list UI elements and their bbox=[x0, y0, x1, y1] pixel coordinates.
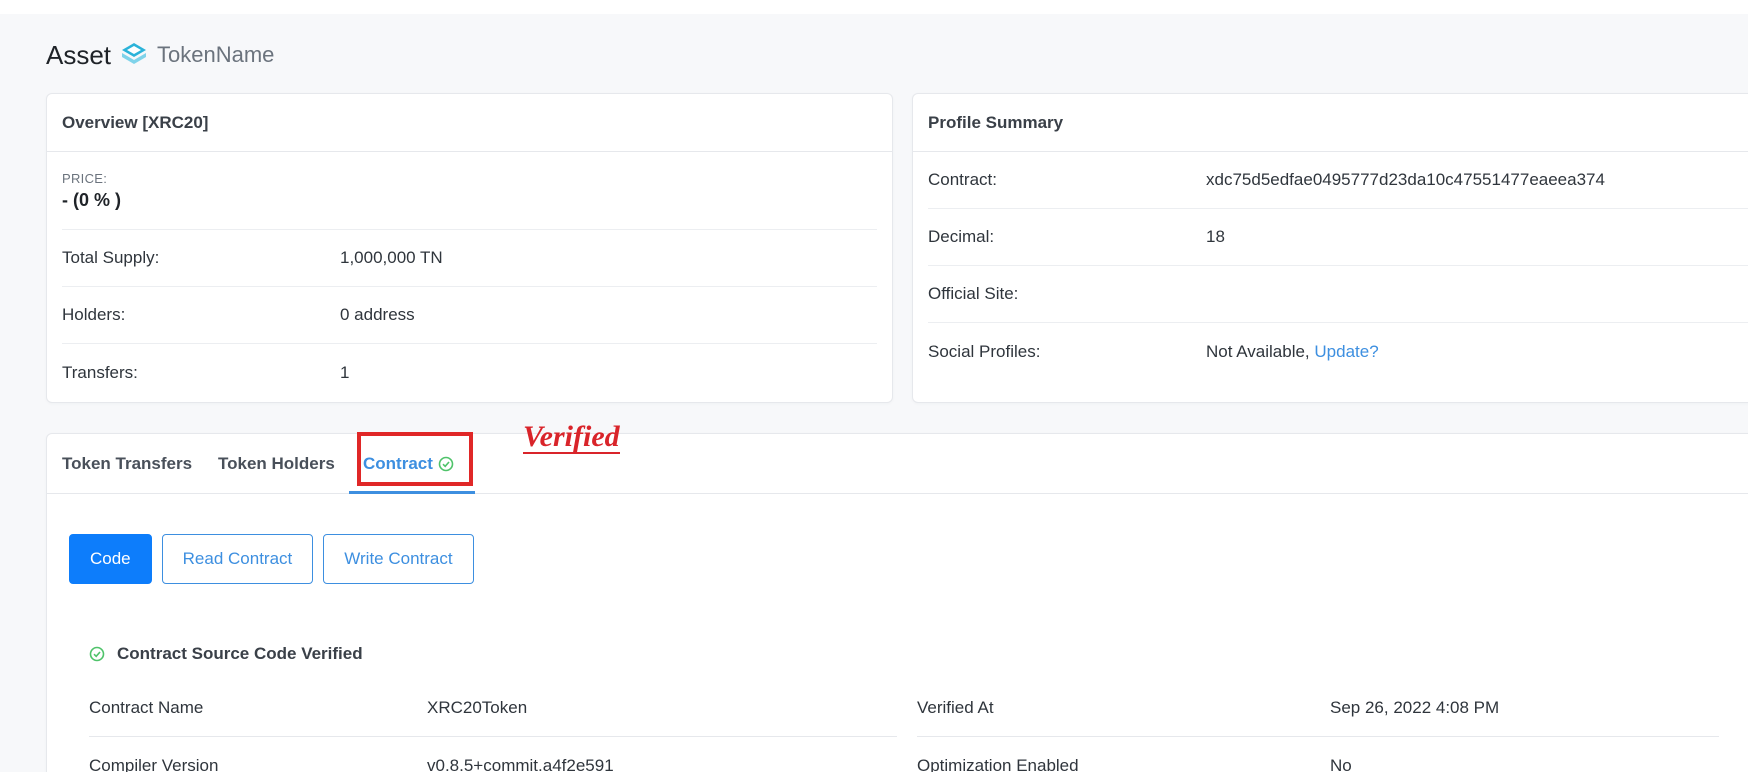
annotation-highlight-box bbox=[357, 432, 473, 486]
decimal-label: Decimal: bbox=[928, 227, 995, 246]
source-verified-line: Contract Source Code Verified bbox=[89, 644, 363, 664]
total-supply-row: Total Supply: 1,000,000 TN bbox=[62, 230, 877, 287]
contract-info-row: Contract Name XRC20Token Verified At Sep… bbox=[89, 679, 1719, 737]
total-supply-label: Total Supply: bbox=[62, 248, 160, 267]
social-profiles-row: Social Profiles: Not Available, Update? bbox=[928, 323, 1748, 380]
tab-token-holders-label: Token Holders bbox=[218, 454, 335, 473]
tab-token-transfers-label: Token Transfers bbox=[62, 454, 193, 473]
price-label: PRICE: bbox=[62, 170, 108, 186]
total-supply-value: 1,000,000 TN bbox=[340, 248, 443, 267]
profile-summary-header: Profile Summary bbox=[913, 94, 1748, 152]
contract-name-cell: Contract Name XRC20Token bbox=[89, 679, 897, 737]
write-contract-button[interactable]: Write Contract bbox=[323, 534, 474, 584]
source-verified-text: Contract Source Code Verified bbox=[117, 644, 363, 663]
verified-at-label: Verified At bbox=[917, 697, 994, 717]
holders-value: 0 address bbox=[340, 305, 415, 324]
tab-token-transfers[interactable]: Token Transfers bbox=[62, 434, 192, 494]
overview-header: Overview [XRC20] bbox=[47, 94, 892, 152]
check-circle-icon bbox=[89, 646, 105, 662]
compiler-version-value: v0.8.5+commit.a4f2e591 bbox=[427, 755, 614, 772]
holders-label: Holders: bbox=[62, 305, 126, 324]
decimal-row: Decimal: 18 bbox=[928, 209, 1748, 266]
page-title: Asset TokenName bbox=[46, 38, 274, 72]
holders-row: Holders: 0 address bbox=[62, 287, 877, 344]
optimization-value: No bbox=[1330, 755, 1352, 772]
top-bar bbox=[0, 0, 1748, 14]
contract-row: Contract: xdc75d5edfae0495777d23da10c475… bbox=[928, 152, 1748, 209]
verified-at-cell: Verified At Sep 26, 2022 4:08 PM bbox=[917, 679, 1719, 737]
read-contract-button[interactable]: Read Contract bbox=[161, 534, 314, 584]
social-profiles-value: Not Available, Update? bbox=[1206, 342, 1379, 362]
transfers-label: Transfers: bbox=[62, 362, 138, 382]
page-title-label: Asset bbox=[46, 39, 112, 70]
contract-subtabs: Code Read Contract Write Contract bbox=[69, 534, 474, 584]
contract-name-label: Contract Name bbox=[89, 697, 204, 717]
official-site-label: Official Site: bbox=[928, 284, 1019, 303]
price-row: PRICE: - (0 % ) bbox=[62, 152, 877, 230]
annotation-verified-text: Verified bbox=[523, 420, 620, 454]
official-site-row: Official Site: bbox=[928, 266, 1748, 323]
transfers-value: 1 bbox=[340, 362, 350, 382]
overview-card: Overview [XRC20] PRICE: - (0 % ) Total S… bbox=[46, 93, 893, 403]
decimal-value: 18 bbox=[1206, 227, 1225, 246]
token-name: TokenName bbox=[157, 42, 275, 67]
profile-summary-card: Profile Summary Contract: xdc75d5edfae04… bbox=[912, 93, 1748, 403]
tab-bar: Token Transfers Token Holders Contract V… bbox=[47, 422, 1748, 494]
contract-label: Contract: bbox=[928, 170, 997, 189]
optimization-label: Optimization Enabled bbox=[917, 755, 1079, 772]
social-profiles-label: Social Profiles: bbox=[928, 341, 1041, 361]
code-button[interactable]: Code bbox=[69, 534, 152, 584]
contract-info-row: Compiler Version v0.8.5+commit.a4f2e591 … bbox=[89, 737, 1719, 772]
verified-at-value: Sep 26, 2022 4:08 PM bbox=[1330, 697, 1500, 717]
transfers-row: Transfers: 1 bbox=[62, 344, 877, 401]
social-profiles-text: Not Available, bbox=[1206, 341, 1310, 361]
price-value: - (0 % ) bbox=[62, 189, 122, 210]
token-icon bbox=[119, 40, 149, 70]
compiler-version-label: Compiler Version bbox=[89, 755, 219, 772]
contract-name-value: XRC20Token bbox=[427, 697, 528, 717]
active-tab-underline bbox=[349, 491, 475, 494]
contract-info-grid: Contract Name XRC20Token Verified At Sep… bbox=[89, 679, 1719, 772]
token-tabs-card: Token Transfers Token Holders Contract V… bbox=[46, 422, 1748, 772]
compiler-version-cell: Compiler Version v0.8.5+commit.a4f2e591 bbox=[89, 737, 897, 772]
contract-address-link[interactable]: xdc75d5edfae0495777d23da10c47551477eaeea… bbox=[1206, 170, 1605, 190]
optimization-cell: Optimization Enabled No bbox=[917, 737, 1719, 772]
tab-token-holders[interactable]: Token Holders bbox=[218, 434, 335, 494]
update-link[interactable]: Update? bbox=[1314, 342, 1378, 361]
